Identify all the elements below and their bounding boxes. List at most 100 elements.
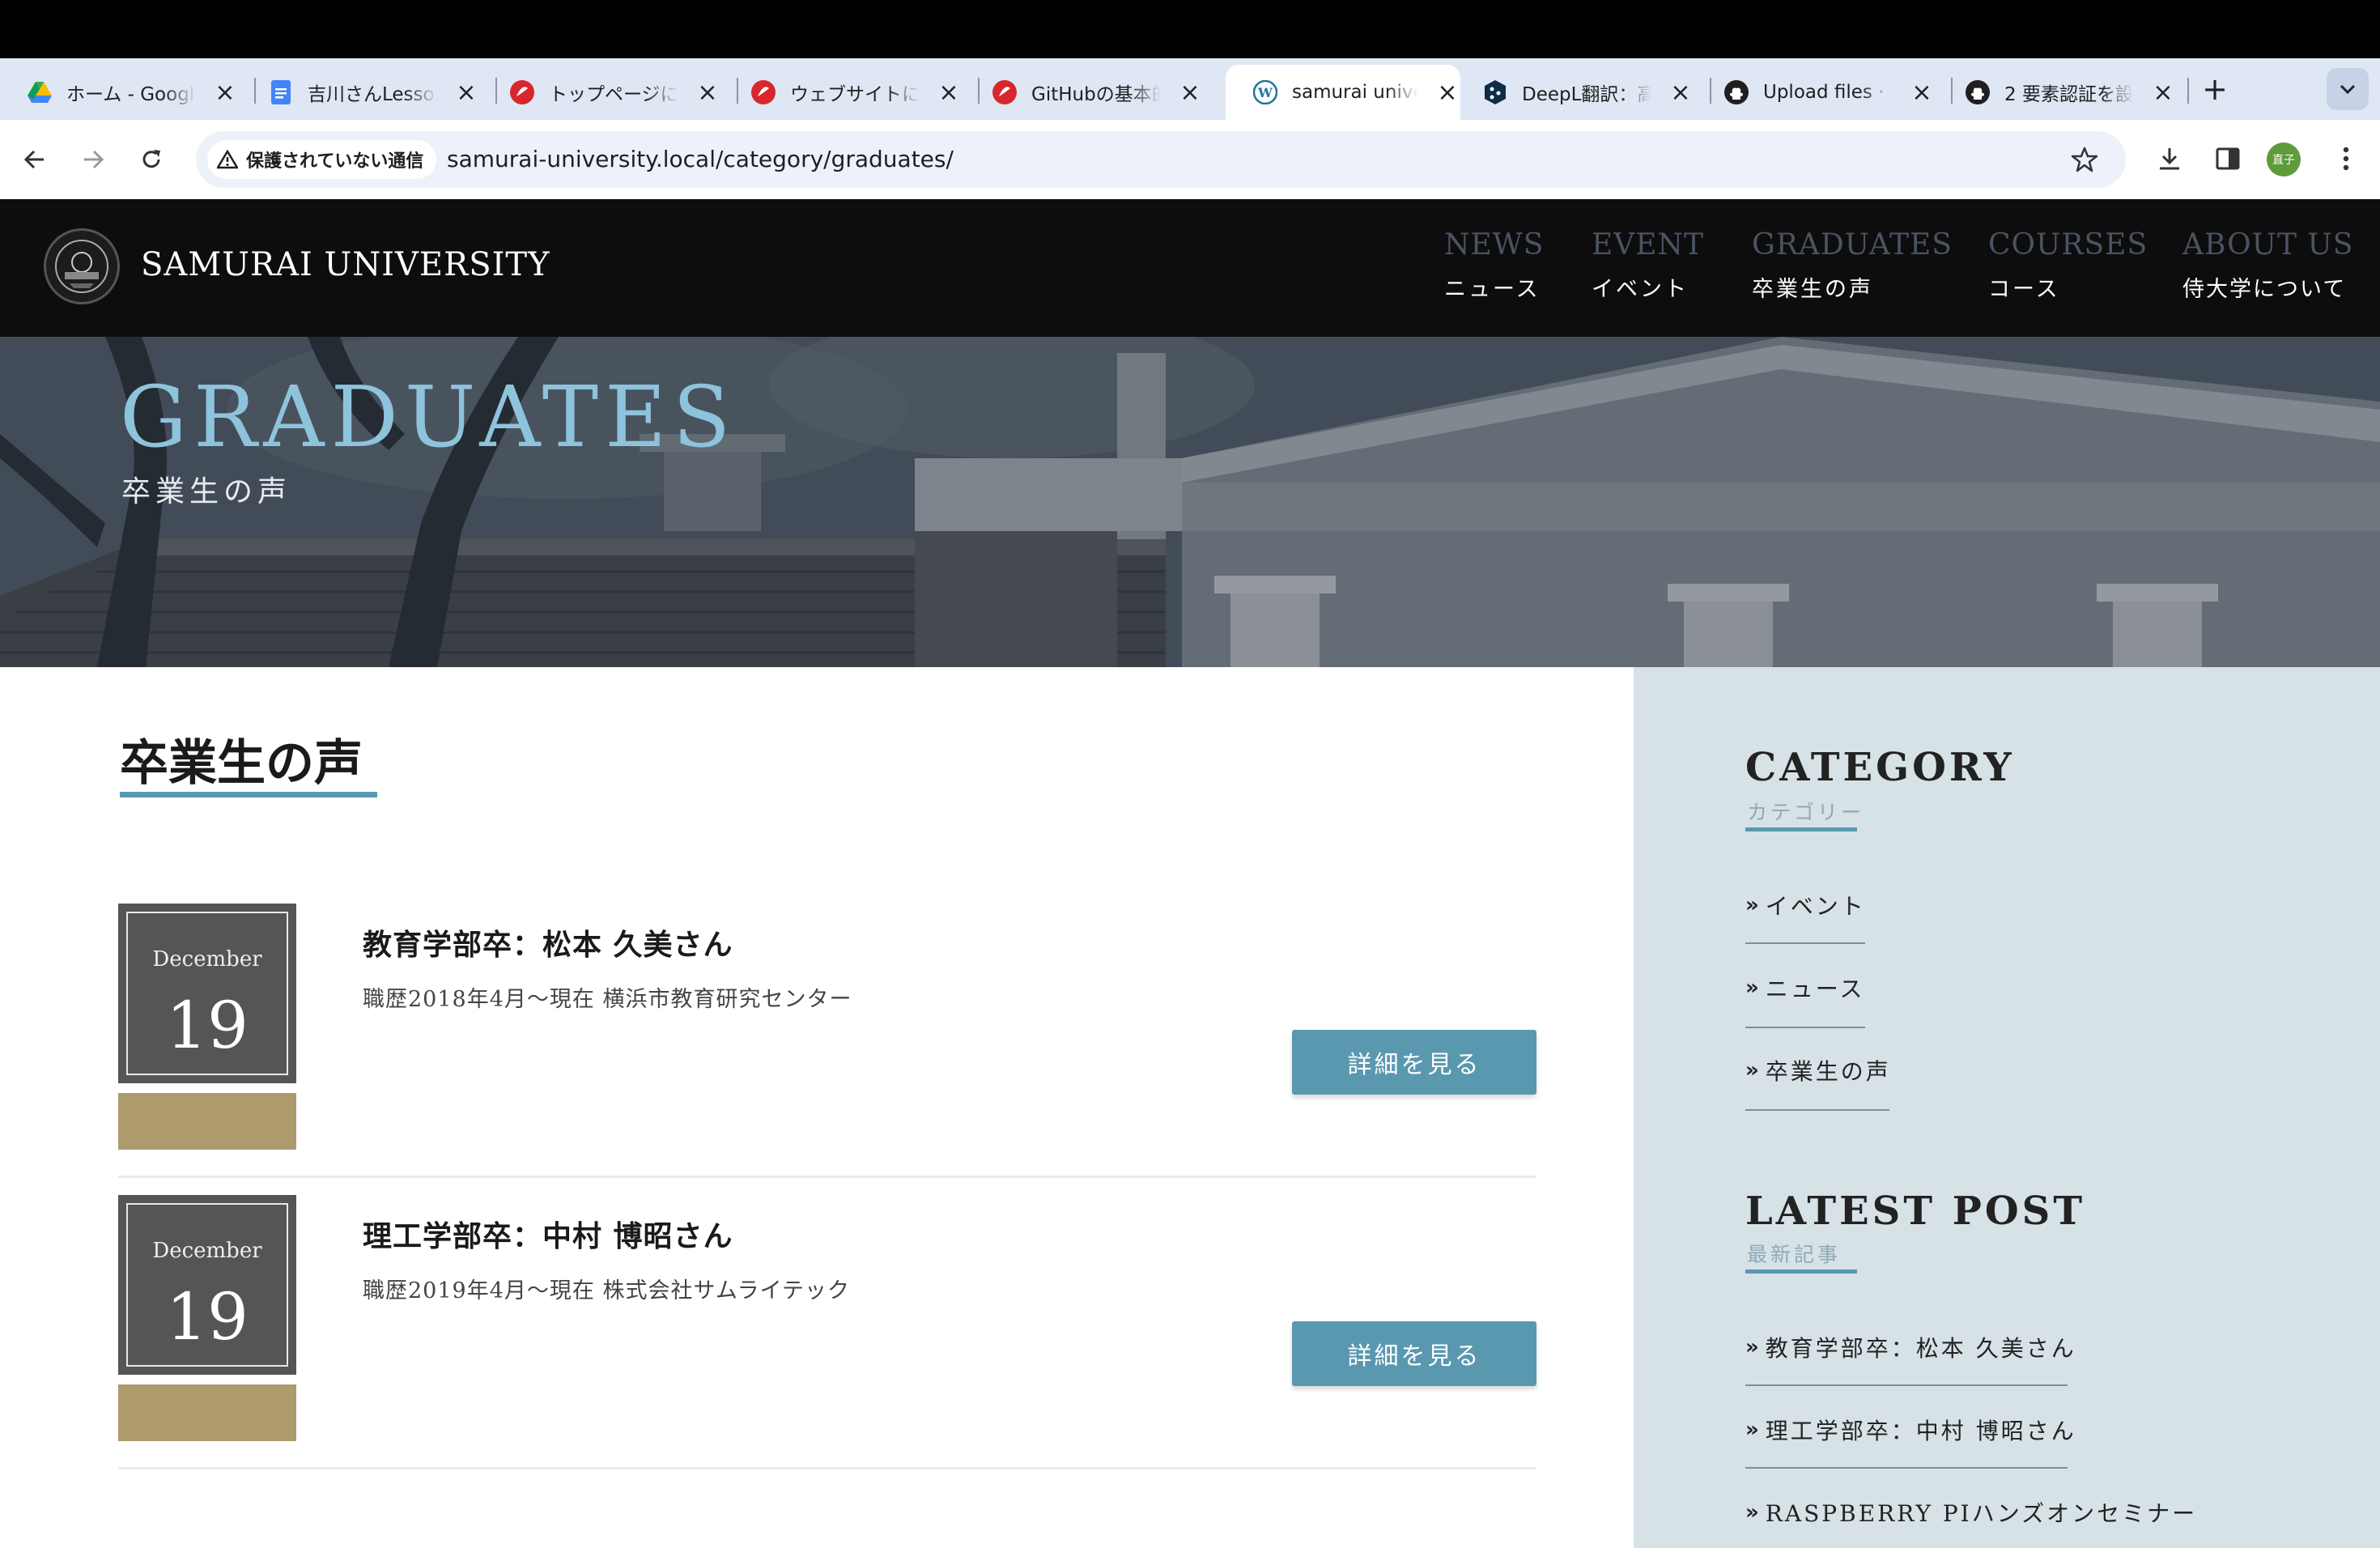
security-indicator[interactable]: 保護されていない通信 — [207, 140, 437, 179]
tab-samurai-3[interactable]: GitHubの基本的 × — [965, 65, 1208, 120]
hero-banner: GRADUATES 卒業生の声 — [0, 337, 2380, 667]
tab-title: Upload files · — [1763, 82, 1885, 103]
post-title[interactable]: 教育学部卒：松本 久美さん — [363, 921, 733, 963]
post-excerpt: 職歴2019年4月〜現在 株式会社サムライテック — [363, 1278, 851, 1303]
sidebar-divider — [1745, 942, 1865, 944]
browser-toolbar: 保護されていない通信 samurai-university.local/cate… — [0, 120, 2380, 199]
github-icon — [1966, 80, 1990, 104]
university-emblem-icon[interactable] — [44, 228, 120, 304]
post-title[interactable]: 理工学部卒：中村 博昭さん — [363, 1213, 733, 1255]
close-icon[interactable]: × — [1669, 79, 1692, 107]
sidebar-latest-item[interactable]: » 理工学部卒：中村 博昭さん — [1745, 1410, 2076, 1449]
tab-google-docs[interactable]: 吉川さんLesson × — [241, 65, 484, 120]
wordpress-icon: W — [1253, 80, 1277, 104]
double-chevron-right-icon: » — [1745, 1058, 1759, 1082]
nav-about-us[interactable]: ABOUT US 侍大学について — [2182, 228, 2353, 303]
sidebar-link-label: 卒業生の声 — [1765, 1058, 1891, 1085]
close-icon[interactable]: × — [214, 79, 236, 107]
arrow-left-icon — [23, 150, 44, 169]
double-chevron-right-icon: » — [1745, 1418, 1759, 1442]
nav-label-en: EVENT — [1592, 228, 1705, 262]
nav-label-ja: 卒業生の声 — [1752, 277, 1873, 302]
close-icon[interactable]: × — [1910, 79, 1933, 107]
close-icon[interactable]: × — [1179, 79, 1201, 107]
svg-text:W: W — [1257, 85, 1273, 100]
google-docs-icon — [269, 80, 293, 104]
nav-label-en: NEWS — [1444, 228, 1545, 262]
tab-search-button[interactable] — [2327, 68, 2369, 110]
reload-button[interactable] — [133, 141, 170, 178]
tab-title: 2 要素認証を設 — [2004, 84, 2134, 105]
read-more-button[interactable]: 詳細を見る — [1292, 1321, 1536, 1386]
page-title: 卒業生の声 — [120, 735, 363, 792]
date-inner: December 19 — [126, 912, 288, 1075]
nav-courses[interactable]: COURSES コース — [1988, 228, 2148, 303]
tab-title: GitHubの基本的 — [1031, 84, 1161, 105]
forward-button[interactable] — [74, 141, 112, 178]
sidebar: CATEGORY カテゴリー » イベント » ニュース » 卒業生の声 LAT… — [1634, 667, 2380, 1548]
sidebar-divider — [1745, 1384, 2068, 1386]
sidebar-link-label: RASPBERRY PIハンズオンセミナー — [1765, 1500, 2198, 1527]
sidebar-category-heading: CATEGORY — [1745, 745, 2015, 790]
security-label: 保護されていない通信 — [246, 151, 424, 172]
hero-subtitle: 卒業生の声 — [121, 475, 292, 508]
arrow-right-icon — [84, 150, 104, 169]
sidebar-divider — [1745, 1109, 1889, 1111]
nav-label-en: COURSES — [1988, 228, 2148, 262]
post-excerpt: 職歴2018年4月〜現在 横浜市教育研究センター — [363, 987, 852, 1012]
download-icon[interactable] — [2150, 139, 2189, 178]
profile-avatar[interactable]: 直子 — [2267, 142, 2301, 176]
tab-samurai-2[interactable]: ウェブサイトに × — [724, 65, 967, 120]
nav-event[interactable]: EVENT イベント — [1592, 228, 1704, 303]
sidebar-link-label: ニュース — [1765, 976, 1865, 1002]
close-icon[interactable]: × — [2152, 79, 2174, 107]
tab-samurai-university[interactable]: W samurai univer × — [1226, 65, 1460, 120]
new-tab-button[interactable]: + — [2199, 73, 2231, 105]
menu-kebab-icon[interactable] — [2327, 139, 2365, 178]
nav-graduates[interactable]: GRADUATES 卒業生の声 — [1752, 228, 1953, 303]
samurai-icon — [510, 80, 534, 104]
close-icon[interactable]: × — [937, 79, 960, 107]
hero-title: GRADUATES — [120, 368, 737, 466]
sidebar-link-label: イベント — [1765, 893, 1866, 920]
close-icon[interactable]: × — [455, 79, 478, 107]
tab-github-2fa[interactable]: 2 要素認証を設 × — [1938, 65, 2181, 120]
date-month: December — [152, 1239, 262, 1263]
sidebar-category-item[interactable]: » ニュース — [1745, 968, 1864, 1007]
subheading-underline — [1745, 827, 1857, 831]
tab-strip: ホーム - Google × 吉川さんLesson × トップページに × ウェ… — [0, 58, 2380, 120]
sidebar-category-item[interactable]: » 卒業生の声 — [1745, 1051, 1891, 1090]
close-icon[interactable]: × — [696, 79, 719, 107]
sidebar-link-label: 教育学部卒：松本 久美さん — [1765, 1335, 2076, 1362]
github-icon — [1724, 80, 1749, 104]
tab-samurai-1[interactable]: トップページに × — [482, 65, 725, 120]
double-chevron-right-icon: » — [1745, 1500, 1759, 1525]
read-more-button[interactable]: 詳細を見る — [1292, 1030, 1536, 1095]
address-bar[interactable]: 保護されていない通信 samurai-university.local/cate… — [196, 131, 2126, 188]
date-day: 19 — [166, 988, 249, 1063]
sidebar-divider — [1745, 1467, 2068, 1469]
nav-label-ja: 侍大学について — [2182, 277, 2347, 302]
post-divider — [118, 1176, 1536, 1178]
post-card: December 19 教育学部卒：松本 久美さん 職歴2018年4月〜現在 横… — [118, 904, 1536, 1184]
site-title[interactable]: SAMURAI UNIVERSITY — [141, 246, 550, 283]
sidebar-latest-item[interactable]: » 教育学部卒：松本 久美さん — [1745, 1328, 2076, 1367]
tab-github-upload[interactable]: Upload files · × — [1697, 65, 1940, 120]
nav-news[interactable]: NEWS ニュース — [1444, 228, 1544, 303]
back-button[interactable] — [16, 141, 53, 178]
tab-separator — [2187, 78, 2189, 104]
double-chevron-right-icon: » — [1745, 893, 1759, 917]
sidebar-latest-item[interactable]: » RASPBERRY PIハンズオンセミナー — [1745, 1493, 2197, 1532]
site-header: SAMURAI UNIVERSITY NEWS ニュース EVENT イベント … — [0, 199, 2380, 337]
chevron-down-icon — [2340, 84, 2356, 95]
samurai-icon — [751, 80, 776, 104]
google-drive-icon — [28, 80, 52, 104]
post-divider — [118, 1467, 1536, 1469]
side-panel-icon[interactable] — [2208, 139, 2247, 178]
tab-google-drive[interactable]: ホーム - Google × — [0, 65, 243, 120]
url-text[interactable]: samurai-university.local/category/gradua… — [447, 146, 954, 172]
nav-label-en: GRADUATES — [1752, 228, 1953, 262]
tab-deepl[interactable]: DeepL翻訳：高 × — [1456, 65, 1698, 120]
sidebar-category-item[interactable]: » イベント — [1745, 886, 1866, 925]
bookmark-star-icon[interactable] — [2068, 142, 2102, 176]
